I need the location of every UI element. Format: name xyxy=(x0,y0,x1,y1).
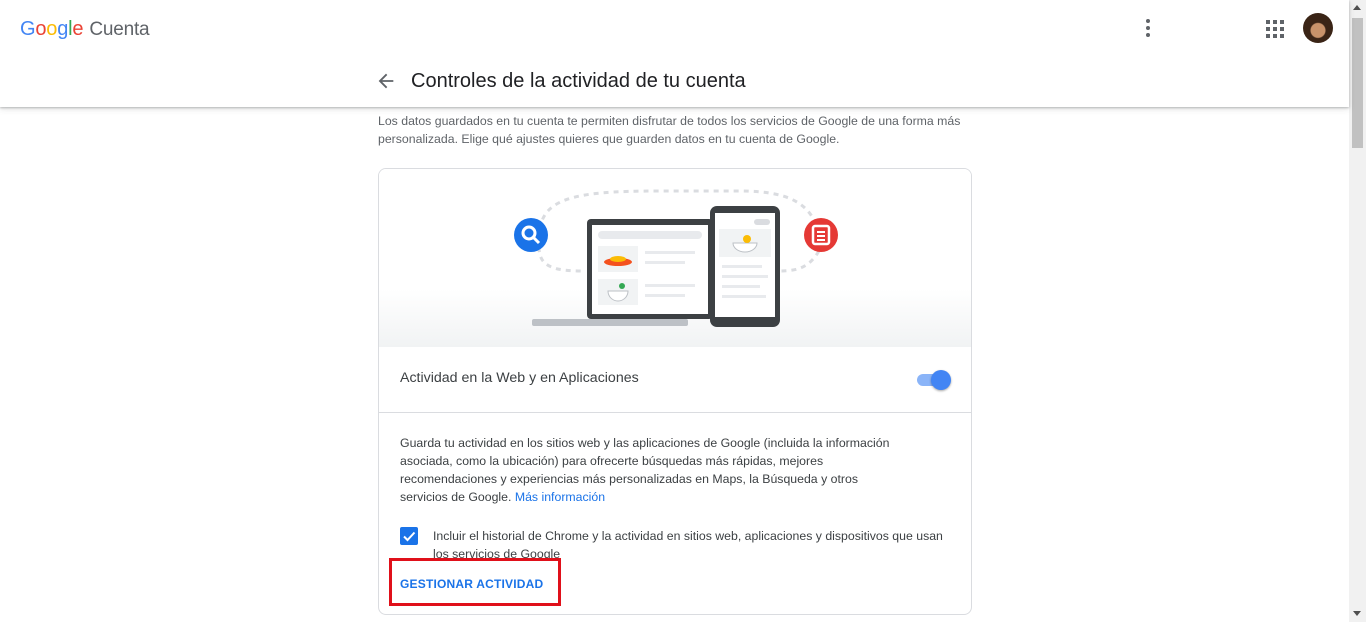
hero-illustration xyxy=(379,169,971,347)
web-app-activity-toggle[interactable] xyxy=(915,369,951,391)
logo-letter: o xyxy=(35,18,47,40)
scroll-up-arrow-icon[interactable] xyxy=(1353,5,1361,10)
avatar[interactable] xyxy=(1303,13,1333,43)
toggle-knob xyxy=(931,370,951,390)
app-header: Google Cuenta Controles de la actividad d… xyxy=(0,0,1349,107)
product-name: Cuenta xyxy=(89,19,150,40)
arrow-back-icon[interactable] xyxy=(375,70,397,92)
description-text: Guarda tu actividad en los sitios web y … xyxy=(400,436,890,504)
intro-text: Los datos guardados en tu cuenta te perm… xyxy=(378,114,961,146)
google-wordmark: Google xyxy=(20,18,84,40)
logo-letter: G xyxy=(20,18,36,40)
activity-control-card: Actividad en la Web y en Aplicaciones Gu… xyxy=(378,168,972,615)
more-info-link[interactable]: Más información xyxy=(515,490,605,504)
annotation-highlight-box xyxy=(389,558,561,606)
more-vert-icon[interactable] xyxy=(1138,16,1158,40)
logo-letter: o xyxy=(46,18,58,40)
setting-title: Actividad en la Web y en Aplicaciones xyxy=(400,370,639,386)
check-icon xyxy=(403,531,416,542)
divider xyxy=(379,412,971,413)
setting-description: Guarda tu actividad en los sitios web y … xyxy=(400,434,900,506)
logo-letter: g xyxy=(57,18,69,40)
scroll-thumb[interactable] xyxy=(1352,18,1363,148)
page-title: Controles de la actividad de tu cuenta xyxy=(411,70,746,92)
include-chrome-history-checkbox[interactable] xyxy=(400,527,418,545)
logo-letter: e xyxy=(72,18,84,40)
google-account-logo[interactable]: Google Cuenta xyxy=(20,18,150,41)
page-scrollbar[interactable] xyxy=(1349,0,1366,622)
apps-grid-icon[interactable] xyxy=(1266,20,1284,38)
scroll-down-arrow-icon[interactable] xyxy=(1353,611,1361,616)
